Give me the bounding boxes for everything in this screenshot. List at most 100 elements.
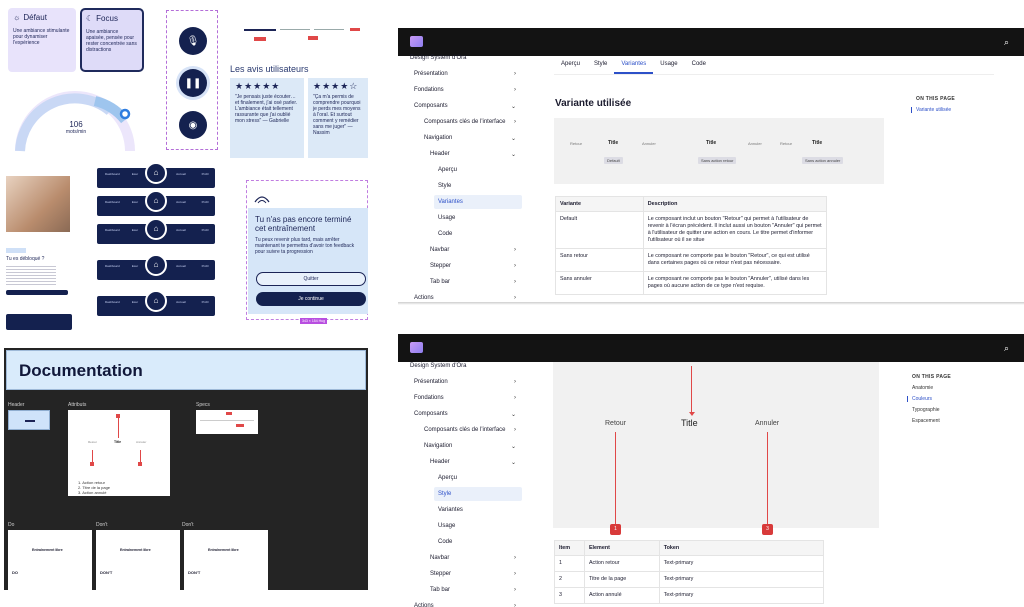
attr-retour: Retour — [88, 440, 98, 444]
sidebar: Design System d'Ora Présentation › Fondatio… — [398, 362, 526, 607]
pause-button[interactable]: ❚❚ — [179, 69, 207, 97]
phone-title: Tu es débloqué ? — [6, 256, 45, 262]
sidebar-item[interactable]: Tab bar › — [426, 275, 522, 289]
otp-link[interactable]: Espacement — [912, 418, 951, 424]
navbar-item[interactable]: Accueil — [175, 228, 187, 238]
search-icon[interactable]: ⌕ — [1004, 37, 1014, 47]
sidebar-item[interactable]: Usage — [434, 211, 522, 225]
navbar-item[interactable]: Dashboard — [105, 172, 120, 182]
navbar-item[interactable]: Exer — [129, 228, 141, 238]
navbar-item[interactable]: Profil — [199, 300, 211, 310]
tab-0[interactable]: Aperçu — [554, 56, 587, 74]
sidebar-item[interactable]: Navbar › — [426, 551, 522, 565]
navbar-item[interactable]: Exer — [129, 300, 141, 310]
sidebar-item[interactable]: Header ⌄ — [426, 147, 522, 161]
phone-cta[interactable] — [6, 290, 68, 295]
navbar-item[interactable]: Exer — [129, 172, 141, 182]
navbar-item[interactable]: Accueil — [175, 172, 187, 182]
search-icon[interactable]: ⌕ — [1004, 343, 1014, 353]
tab-2[interactable]: Variantes — [614, 56, 654, 74]
navbar-item[interactable]: Accueil — [175, 264, 187, 274]
table-header: Element — [583, 540, 660, 556]
home-icon[interactable]: ⌂ — [145, 254, 167, 276]
chevron-icon: › — [514, 587, 516, 593]
table-row: Default Le composant inclut un bouton "Re… — [555, 211, 828, 249]
navbar-item[interactable]: Dashboard — [105, 264, 120, 274]
header-sample — [8, 410, 50, 430]
sidebar-item[interactable]: Tab bar › — [426, 583, 522, 597]
navbar-item[interactable]: Accueil — [175, 200, 187, 210]
tab-3[interactable]: Usage — [653, 56, 684, 74]
navbar-item[interactable]: Accueil — [175, 300, 187, 310]
otp-link[interactable]: Typographie — [912, 407, 951, 413]
navbar-item[interactable]: Profil — [199, 172, 211, 182]
sidebar-item[interactable]: Variantes — [434, 195, 522, 209]
sidebar-item[interactable]: Navigation ⌄ — [420, 439, 522, 453]
chevron-icon: ⌄ — [510, 459, 516, 466]
sidebar-item[interactable]: Style — [434, 179, 522, 193]
sidebar-item-label: Navigation — [424, 135, 453, 141]
sidebar-item[interactable]: Composants ⌄ — [410, 407, 522, 421]
logo-icon[interactable] — [410, 36, 423, 47]
navbar-item[interactable]: Exer — [129, 264, 141, 274]
home-icon[interactable]: ⌂ — [145, 218, 167, 240]
sidebar-item-label: Navbar — [430, 555, 450, 561]
sidebar-item[interactable]: Composants clés de l'interface › — [420, 423, 522, 437]
home-icon[interactable]: ⌂ — [145, 290, 167, 312]
logo-icon[interactable] — [410, 342, 423, 353]
chevron-icon: › — [514, 263, 516, 269]
site-title[interactable]: Design System d'Ora — [410, 363, 467, 369]
sidebar-item[interactable]: Style — [434, 487, 522, 501]
otp-link[interactable]: Anatomie — [912, 385, 951, 391]
navbar-item[interactable]: Exer — [129, 200, 141, 210]
sidebar-item[interactable]: Stepper › — [426, 567, 522, 581]
navbar-item[interactable]: Profil — [199, 200, 211, 210]
navbar-item[interactable]: Dashboard — [105, 300, 120, 310]
sidebar-item[interactable]: Présentation › — [410, 375, 522, 389]
otp-link[interactable]: Couleurs — [907, 396, 951, 402]
site-title[interactable]: Design System d'Ora — [410, 55, 467, 61]
navbar-item[interactable]: Dashboard — [105, 228, 120, 238]
navbar-item[interactable]: Dashboard — [105, 200, 120, 210]
doc-label-header: Header — [8, 402, 25, 408]
navbar-item[interactable]: Profil — [199, 264, 211, 274]
sidebar-item[interactable]: Composants ⌄ — [410, 99, 522, 113]
chevron-icon: ⌄ — [510, 103, 516, 110]
rating-stars: ★★★★☆ — [313, 81, 359, 91]
docs-window-style: ⌕ Design System d'Ora Présentation › Fondat… — [398, 334, 1024, 607]
sidebar-item-label: Stepper — [430, 571, 452, 577]
size-badge: 343 × 154 Hug — [300, 318, 328, 324]
sidebar-item-label: Variantes — [438, 507, 463, 513]
sidebar-item[interactable]: Composants clés de l'interface › — [420, 115, 522, 129]
sidebar-item[interactable]: Usage — [434, 519, 522, 533]
sidebar-item[interactable]: Actions › — [410, 599, 522, 607]
navbar-item[interactable]: Profil — [199, 228, 211, 238]
dont-example-2: Entraînement libre DON'T — [184, 530, 268, 590]
sidebar-item[interactable]: Fondations › — [410, 83, 522, 97]
tab-1[interactable]: Style — [587, 56, 614, 74]
sidebar-item[interactable]: Code — [434, 535, 522, 549]
on-this-page: ON THIS PAGE Anatomie Couleurs Typographie… — [907, 374, 951, 424]
home-icon[interactable]: ⌂ — [145, 162, 167, 184]
microphone-button[interactable]: 🎙 — [179, 27, 207, 55]
camera-button[interactable]: ◉ — [179, 111, 207, 139]
sidebar-item[interactable]: Aperçu — [434, 471, 522, 485]
anatomy-badge-3: 3 — [762, 524, 773, 535]
sidebar-item-label: Stepper — [430, 263, 452, 269]
sidebar-item[interactable]: Fondations › — [410, 391, 522, 405]
sidebar-item[interactable]: Présentation › — [410, 67, 522, 81]
home-icon[interactable]: ⌂ — [145, 190, 167, 212]
quit-button[interactable]: Quitter — [256, 272, 366, 286]
continue-button[interactable]: Je continue — [256, 292, 366, 306]
tab-4[interactable]: Code — [685, 56, 713, 74]
sidebar-item[interactable]: Stepper › — [426, 259, 522, 273]
sidebar-item[interactable]: Navbar › — [426, 243, 522, 257]
sidebar-item[interactable]: Aperçu — [434, 163, 522, 177]
otp-link-variante[interactable]: Variante utilisée — [911, 107, 955, 113]
sidebar-item[interactable]: Navigation ⌄ — [420, 131, 522, 145]
sidebar-item[interactable]: Variantes — [434, 503, 522, 517]
attr-annuler: Annuler — [136, 440, 147, 444]
sidebar-item[interactable]: Code — [434, 227, 522, 241]
sidebar-item[interactable]: Header ⌄ — [426, 455, 522, 469]
table-cell: Default — [555, 211, 644, 249]
